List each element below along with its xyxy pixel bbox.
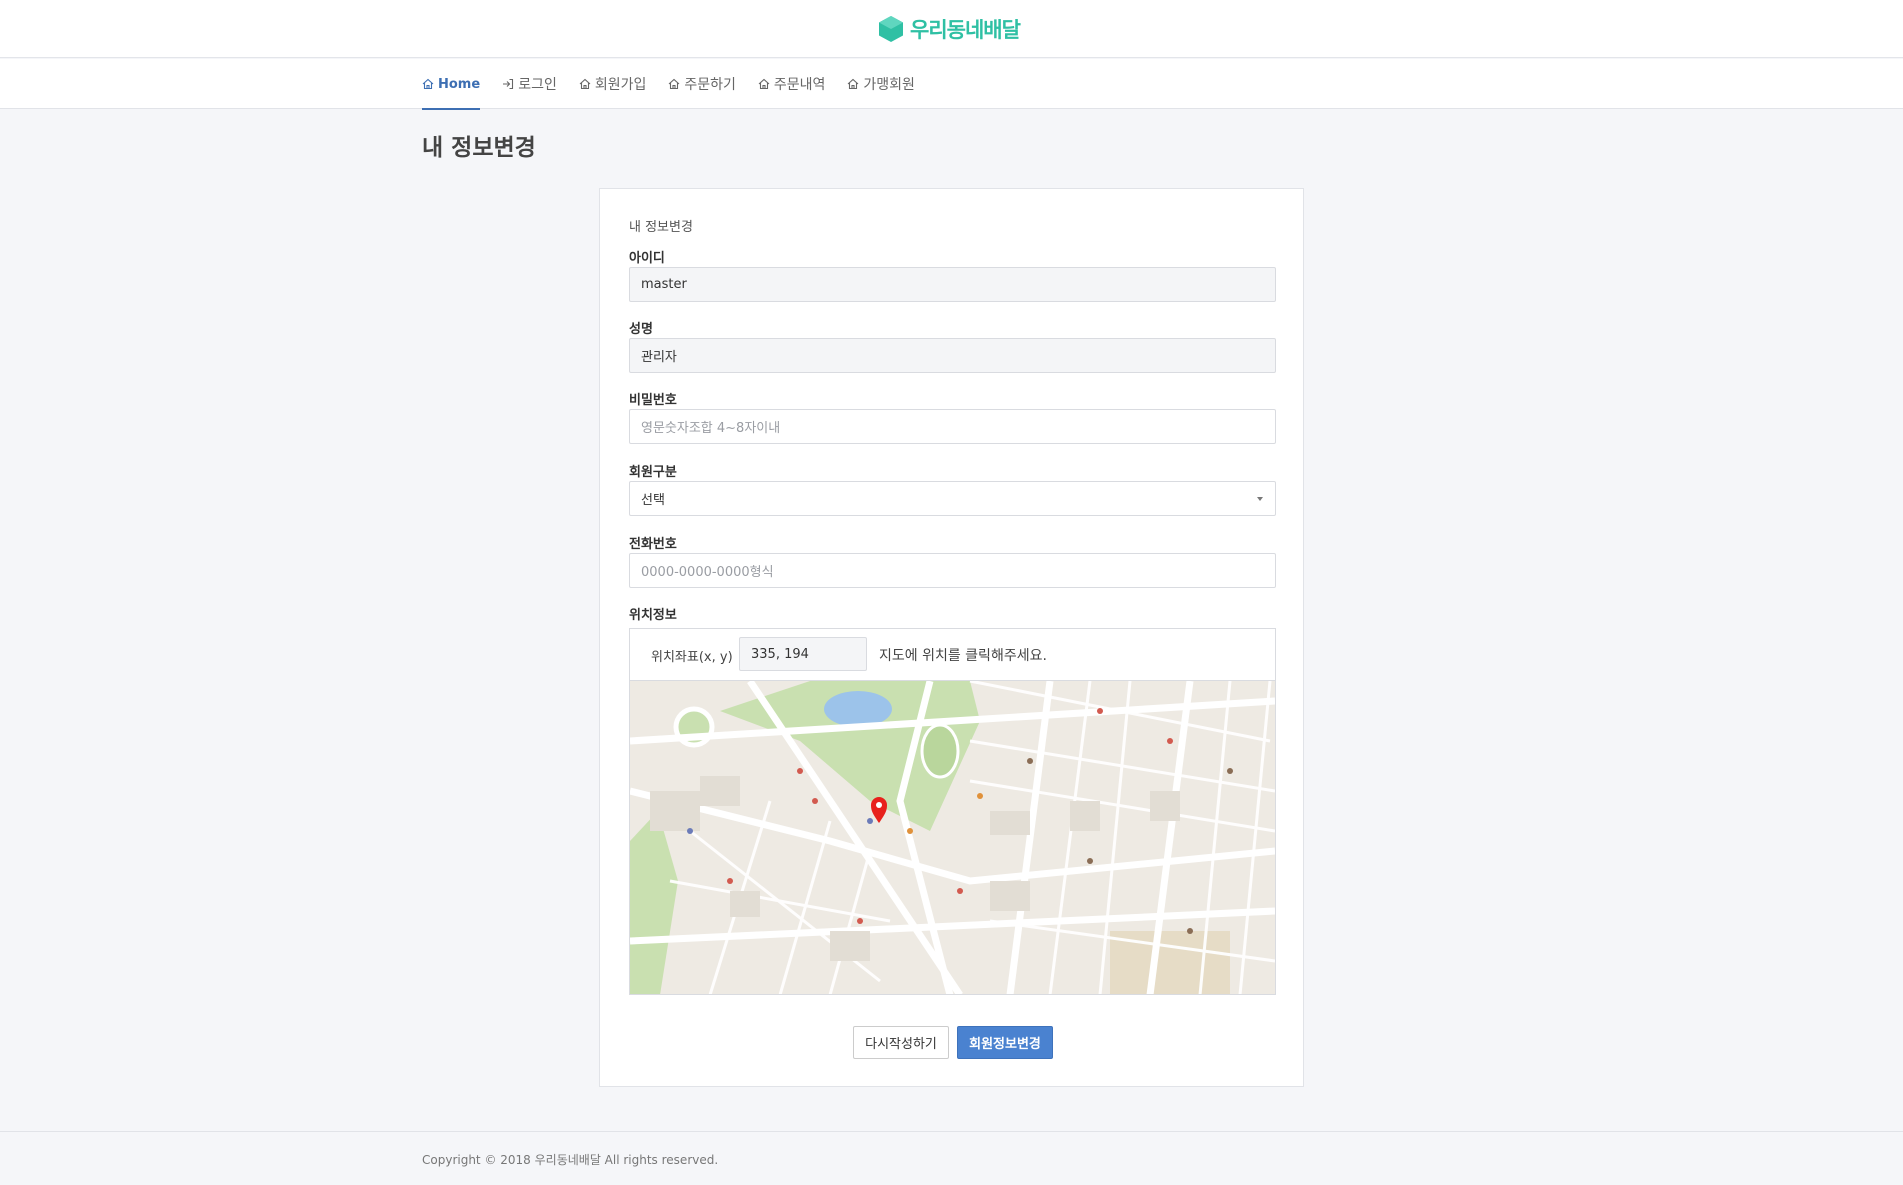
location-map[interactable] xyxy=(630,680,1275,994)
phone-field[interactable]: 0000-0000-0000형식 xyxy=(629,553,1276,588)
nav-item-label: 로그인 xyxy=(518,77,557,93)
brand-name: 우리동네배달 xyxy=(910,18,1021,42)
nav-item-franchise[interactable]: 가맹회원 xyxy=(847,59,915,109)
name-field[interactable]: 관리자 xyxy=(629,338,1276,373)
login-icon xyxy=(503,78,514,90)
name-label: 성명 xyxy=(629,322,653,337)
id-field[interactable]: master xyxy=(629,267,1276,302)
main-nav: Home 로그인 회원가입 주문하기 주문내역 가맹회원 xyxy=(0,59,1903,110)
home-icon xyxy=(668,78,680,90)
coord-input[interactable]: 335, 194 xyxy=(739,637,867,671)
track xyxy=(920,723,960,779)
submit-button[interactable]: 회원정보변경 xyxy=(957,1026,1053,1059)
reset-button[interactable]: 다시작성하기 xyxy=(853,1026,949,1059)
nav-item-label: 주문내역 xyxy=(773,77,826,93)
nav-item-label: 주문하기 xyxy=(684,77,736,93)
lake xyxy=(824,691,892,727)
location-label: 위치정보 xyxy=(629,608,677,623)
nav-item-label: 가맹회원 xyxy=(863,77,915,93)
member-type-select[interactable]: 선택 xyxy=(629,481,1276,516)
nav-list: Home 로그인 회원가입 주문하기 주문내역 가맹회원 xyxy=(422,59,937,110)
password-label: 비밀번호 xyxy=(629,393,677,408)
nav-item-order-history[interactable]: 주문내역 xyxy=(758,59,826,109)
home-icon xyxy=(579,78,591,90)
profile-form-card: 내 정보변경 아이디 master 성명 관리자 비밀번호 영문숫자조합 4~8… xyxy=(599,188,1304,1087)
phone-label: 전화번호 xyxy=(629,537,677,552)
nav-item-home[interactable]: Home xyxy=(422,59,481,110)
nav-item-order[interactable]: 주문하기 xyxy=(668,59,736,109)
footer: Copyright © 2018 우리동네배달 All rights reser… xyxy=(0,1131,1903,1185)
nav-item-login[interactable]: 로그인 xyxy=(502,59,557,109)
nav-item-label: Home xyxy=(438,76,481,92)
form-caption: 내 정보변경 xyxy=(629,220,693,235)
coord-label: 위치좌표(x, y) xyxy=(651,650,733,665)
chevron-down-icon xyxy=(1257,497,1263,501)
member-type-selected: 선택 xyxy=(641,493,665,508)
id-label: 아이디 xyxy=(629,251,665,266)
home-icon xyxy=(758,78,770,90)
copyright-text: Copyright © 2018 우리동네배달 All rights reser… xyxy=(422,1153,719,1167)
brand-logo[interactable]: 우리동네배달 xyxy=(878,14,1021,44)
top-header: 우리동네배달 xyxy=(0,0,1903,58)
page-title: 내 정보변경 xyxy=(422,135,536,161)
home-icon xyxy=(848,78,859,90)
nav-item-label: 회원가입 xyxy=(594,77,647,93)
hexagon-icon xyxy=(879,16,903,42)
location-row: 위치좌표(x, y) 335, 194 지도에 위치를 클릭해주세요. xyxy=(630,629,1275,680)
map-hint: 지도에 위치를 클릭해주세요. xyxy=(879,648,1047,664)
home-icon xyxy=(422,78,434,90)
nav-item-signup[interactable]: 회원가입 xyxy=(579,59,647,109)
member-type-label: 회원구분 xyxy=(629,465,677,480)
password-field[interactable]: 영문숫자조합 4~8자이내 xyxy=(629,409,1276,444)
map-graphic xyxy=(630,681,1275,994)
location-panel: 위치좌표(x, y) 335, 194 지도에 위치를 클릭해주세요. xyxy=(629,628,1276,995)
